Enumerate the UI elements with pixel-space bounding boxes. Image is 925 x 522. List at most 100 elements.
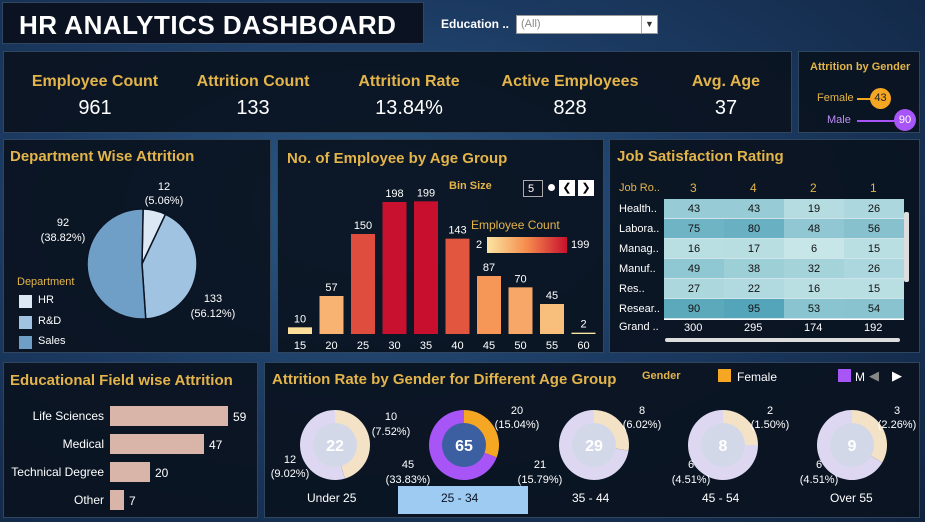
heat-cell[interactable]: 16 xyxy=(664,239,724,259)
grand-total-label: Grand .. xyxy=(619,321,659,333)
heat-cell[interactable]: 80 xyxy=(724,219,784,239)
education-field-bar-chart: Life Sciences 59 Medical 47 Technical Degree… xyxy=(11,406,247,510)
heat-cell[interactable]: 38 xyxy=(724,259,784,279)
male-label: Male xyxy=(827,114,851,126)
heat-cell[interactable]: 22 xyxy=(724,279,784,299)
pie-label-sales-pct: (38.82%) xyxy=(41,232,86,244)
donut-female-pct: (1.50%) xyxy=(751,419,790,431)
heat-cell[interactable]: 26 xyxy=(844,199,904,219)
donut-male-value: 21 xyxy=(534,459,546,471)
pie-label-rd-pct: (56.12%) xyxy=(191,308,236,320)
donut-center-value: 8 xyxy=(719,438,728,455)
donut-female-pct: (6.02%) xyxy=(623,419,662,431)
heat-cell[interactable]: 54 xyxy=(844,299,904,319)
donut-male-pct: (15.79%) xyxy=(518,474,563,486)
kpi-attrition-count: Attrition Count 133 xyxy=(188,73,318,120)
chevron-down-icon[interactable]: ▼ xyxy=(641,16,657,33)
heat-cell[interactable]: 49 xyxy=(664,259,724,279)
heat-cell[interactable]: 75 xyxy=(664,219,724,239)
donut-male-value: 6 xyxy=(816,459,822,471)
row-divider xyxy=(664,319,904,320)
heat-cell[interactable]: 48 xyxy=(784,219,844,239)
education-field-panel: Educational Field wise Attrition Life Sc… xyxy=(3,362,258,518)
edu-field-label: Medical xyxy=(63,437,104,451)
heat-cell[interactable]: 43 xyxy=(724,199,784,219)
heat-cell[interactable]: 90 xyxy=(664,299,724,319)
legend-swatch xyxy=(19,336,32,349)
legend-label: R&D xyxy=(38,315,62,327)
group-label-under-25[interactable]: Under 25 xyxy=(307,491,356,505)
donut-female-value: 20 xyxy=(511,405,523,417)
gender-attrition-title: Attrition by Gender xyxy=(810,61,911,73)
legend-label: HR xyxy=(38,294,54,306)
donut-female-value: 2 xyxy=(767,405,773,417)
page-title: HR ANALYTICS DASHBOARD xyxy=(19,10,397,40)
edu-field-label: Other xyxy=(74,493,104,507)
heat-cell[interactable]: 32 xyxy=(784,259,844,279)
bar-value-label: 143 xyxy=(448,225,466,237)
age-group-panel: No. of Employee by Age Group Bin Size 5 … xyxy=(277,139,604,353)
heat-cell[interactable]: 56 xyxy=(844,219,904,239)
heat-cell[interactable]: 16 xyxy=(784,279,844,299)
age-group-bar-chart: 10 15 57 20 150 25 198 30 199 35 143 40 87 45 70 50 45 55… xyxy=(288,187,596,352)
donut-male-pct: (9.02%) xyxy=(271,468,310,480)
group-label-25-34[interactable]: 25 - 34 xyxy=(441,491,478,505)
donut-center-value: 22 xyxy=(326,438,344,455)
pie-label-hr-value: 12 xyxy=(158,181,170,193)
bar-value-label: 150 xyxy=(354,220,372,232)
edu-field-label: Life Sciences xyxy=(33,409,104,423)
edu-field-value: 47 xyxy=(209,438,223,452)
donut-female-pct: (2.26%) xyxy=(878,419,917,431)
donut-male-pct: (33.83%) xyxy=(386,474,431,486)
donut-female-value: 3 xyxy=(894,405,900,417)
pie-label-rd-value: 133 xyxy=(204,293,222,305)
kpi-label: Employee Count xyxy=(31,73,159,90)
donut-center-value: 29 xyxy=(585,438,603,455)
gender-attrition-panel: Attrition by Gender Female 43 Male 90 xyxy=(798,51,920,133)
vertical-scrollbar[interactable] xyxy=(904,212,909,282)
horizontal-scrollbar[interactable] xyxy=(665,338,900,342)
group-label-over-55[interactable]: Over 55 xyxy=(830,491,873,505)
x-tick-label: 60 xyxy=(577,340,589,352)
donut-female-value: 10 xyxy=(385,411,397,423)
x-tick-label: 30 xyxy=(388,340,400,352)
kpi-label: Active Employees xyxy=(501,73,639,90)
col-header-3: 3 xyxy=(690,181,697,195)
edu-field-value: 7 xyxy=(129,494,136,508)
donut-female-value: 8 xyxy=(639,405,645,417)
heat-cell[interactable]: 15 xyxy=(844,279,904,299)
heat-cell[interactable]: 15 xyxy=(844,239,904,259)
education-filter-select[interactable]: (All) ▼ xyxy=(516,15,658,34)
grand-total-2: 174 xyxy=(804,322,823,334)
heat-cell[interactable]: 19 xyxy=(784,199,844,219)
department-legend-title: Department xyxy=(17,276,75,288)
job-role-header: Job Ro.. xyxy=(619,182,660,194)
bar-value-label: 199 xyxy=(417,187,435,199)
bar-age-50 xyxy=(508,287,533,334)
kpi-value: 37 xyxy=(714,97,738,119)
kpi-value: 13.84% xyxy=(375,97,443,119)
donut-female-pct: (7.52%) xyxy=(372,426,411,438)
group-label-35-44[interactable]: 35 - 44 xyxy=(572,491,609,505)
title-bar: HR ANALYTICS DASHBOARD xyxy=(2,2,424,44)
bar-age-40 xyxy=(445,238,470,334)
edu-field-value: 59 xyxy=(233,410,247,424)
heat-cell[interactable]: 17 xyxy=(724,239,784,259)
education-filter-value: (All) xyxy=(521,18,541,30)
heat-cell[interactable]: 26 xyxy=(844,259,904,279)
heat-cell[interactable]: 43 xyxy=(664,199,724,219)
bar-value-label: 45 xyxy=(546,290,558,302)
group-label-45-54[interactable]: 45 - 54 xyxy=(702,491,739,505)
kpi-value: 133 xyxy=(236,97,270,119)
pie-label-hr-pct: (5.06%) xyxy=(145,195,184,207)
donut-male-pct: (4.51%) xyxy=(672,474,711,486)
heat-cell[interactable]: 53 xyxy=(784,299,844,319)
bar-age-55 xyxy=(540,304,564,334)
donut-male-pct: (4.51%) xyxy=(800,474,839,486)
kpi-value: 828 xyxy=(553,97,587,119)
heat-cell[interactable]: 95 xyxy=(724,299,784,319)
department-attrition-panel: Department Wise Attrition 12 (5.06%) 133… xyxy=(3,139,271,353)
heat-cell[interactable]: 6 xyxy=(784,239,844,259)
heat-cell[interactable]: 27 xyxy=(664,279,724,299)
col-header-1: 1 xyxy=(870,181,877,195)
